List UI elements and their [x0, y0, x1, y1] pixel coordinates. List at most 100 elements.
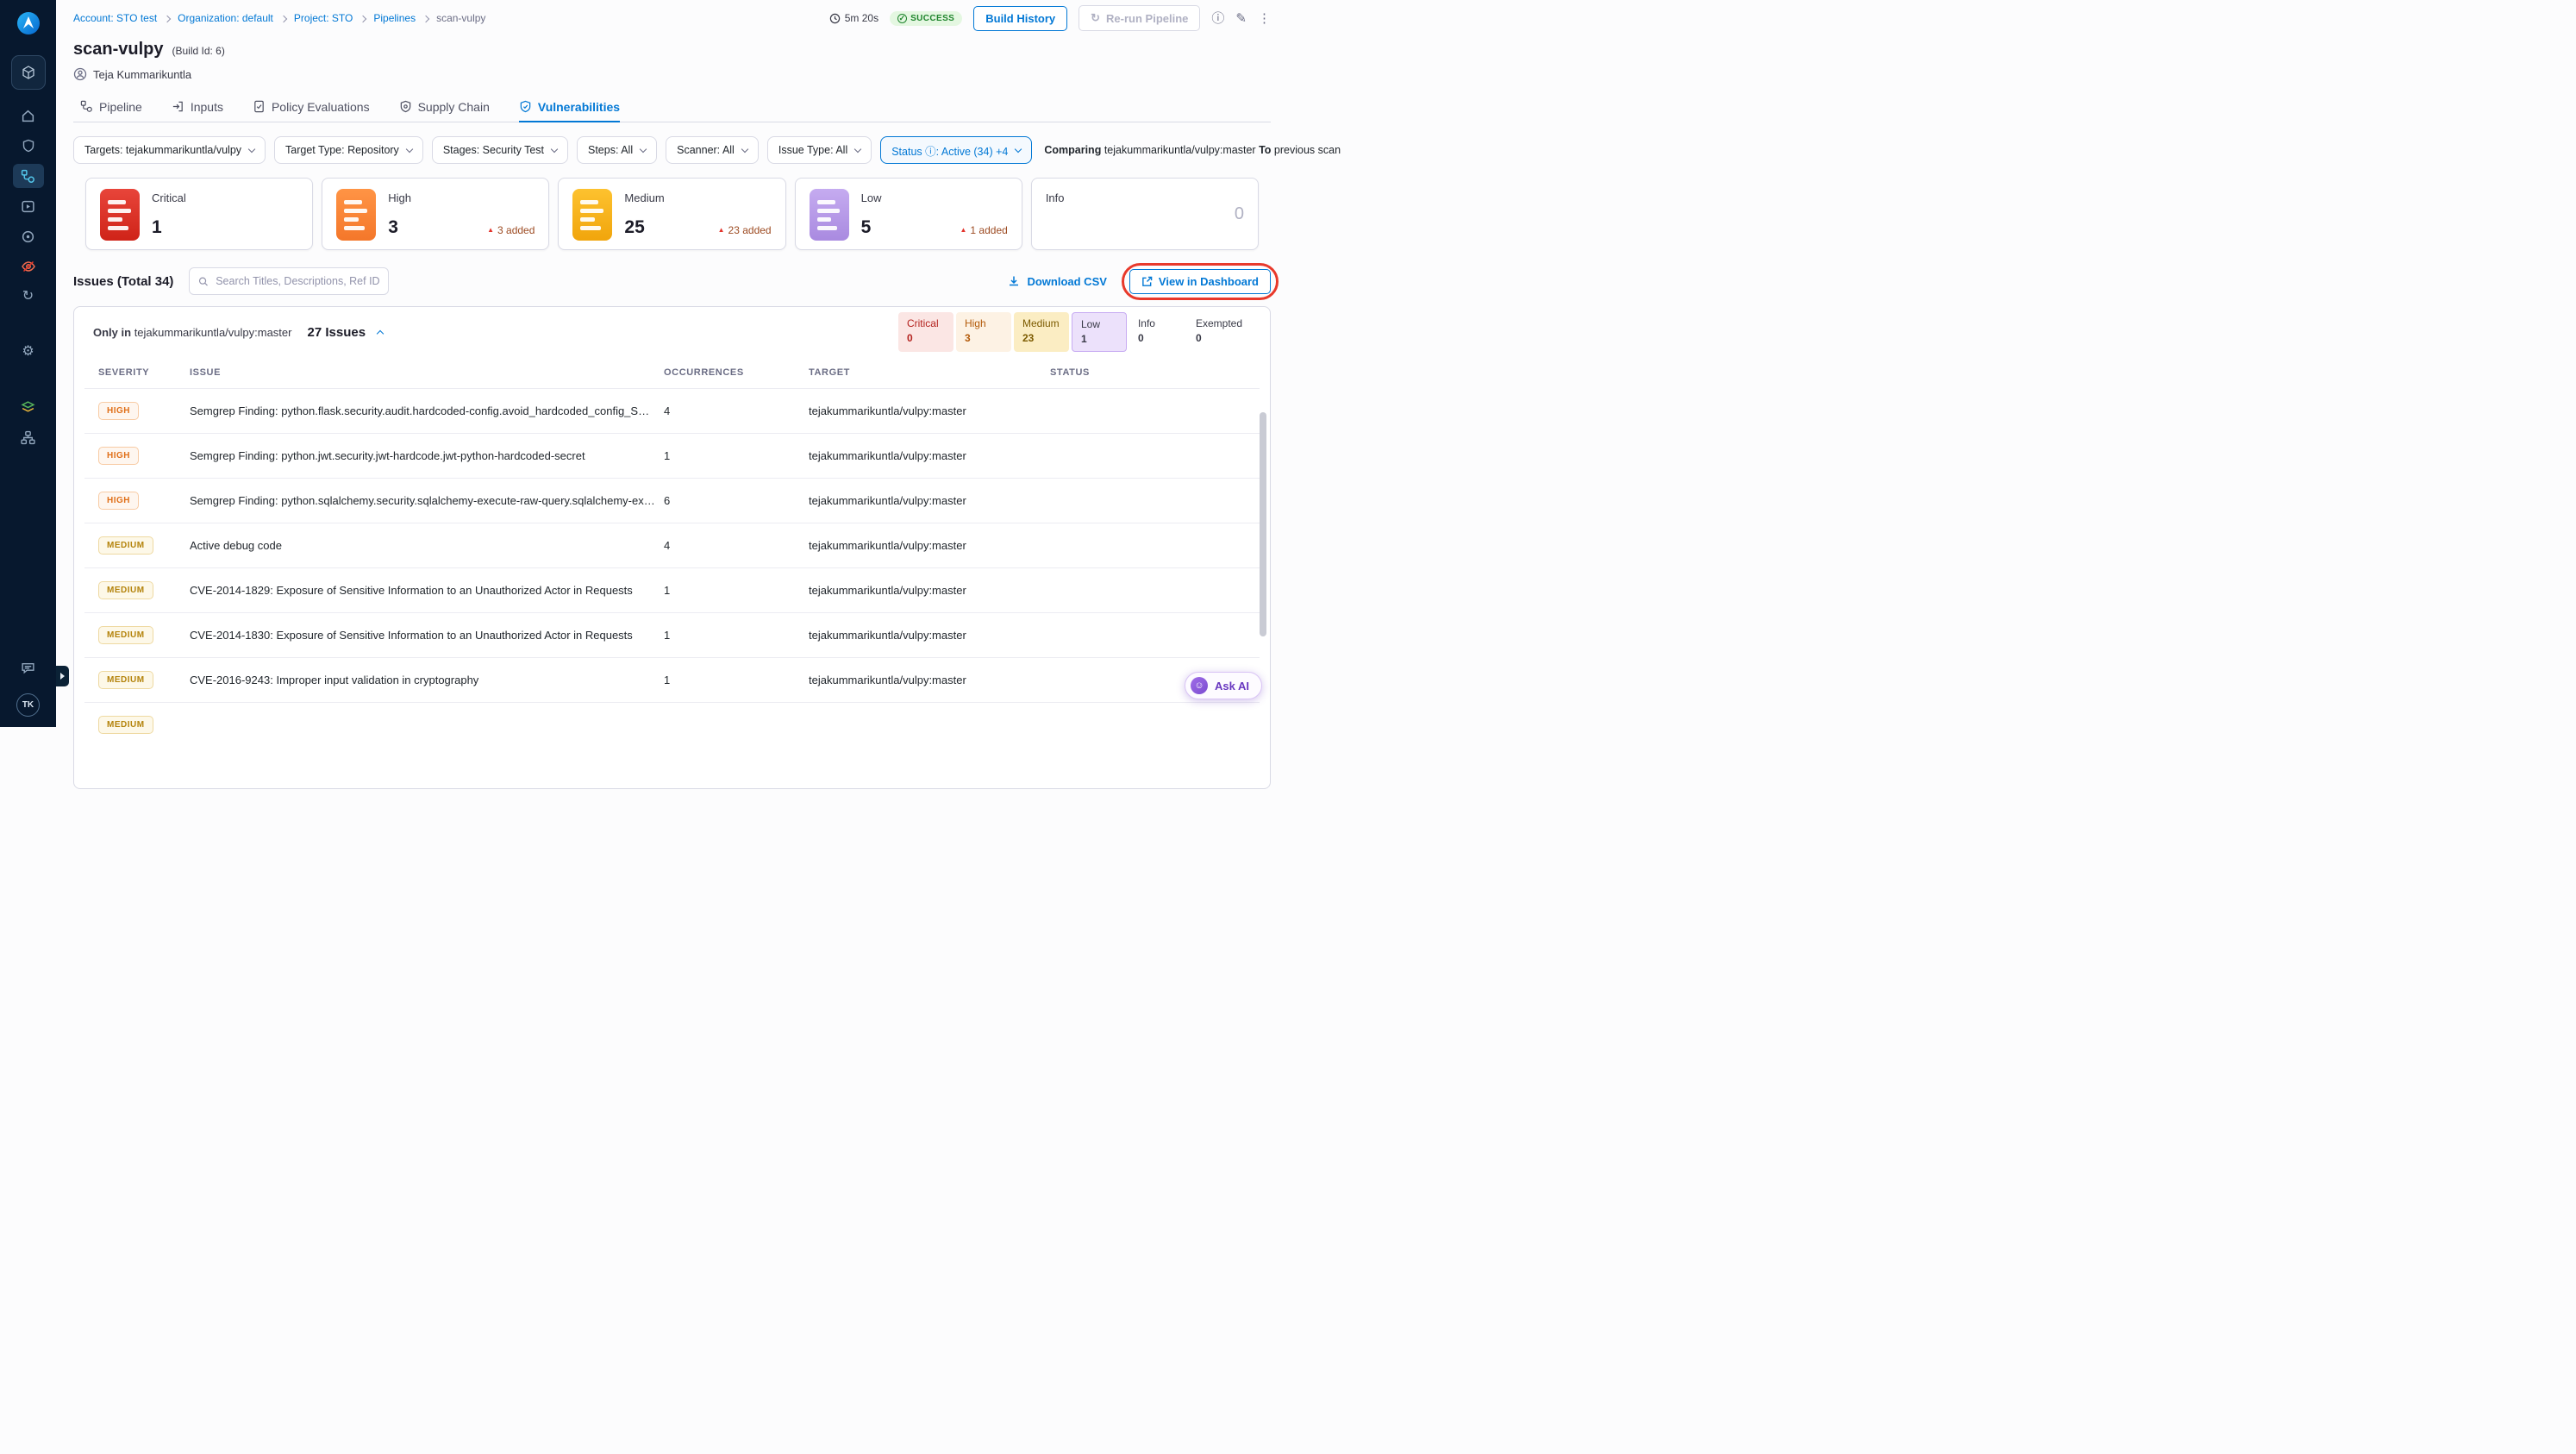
rerun-pipeline-button[interactable]: ↻ Re-run Pipeline — [1079, 5, 1201, 31]
settings-gear-icon[interactable]: ⚙ — [13, 340, 44, 364]
pipelines-icon[interactable] — [12, 164, 44, 188]
ask-ai-button[interactable]: ☺ Ask AI — [1185, 672, 1262, 699]
inputs-tab-icon — [172, 101, 183, 112]
table-scrollbar[interactable] — [1260, 412, 1266, 636]
filter-status[interactable]: Status ⓘ: Active (34) +4 — [880, 136, 1033, 164]
col-occurrences: OCCURRENCES — [664, 367, 744, 378]
search-icon — [199, 277, 209, 286]
chip-low[interactable]: Low 1 — [1071, 312, 1127, 352]
filter-scanner[interactable]: Scanner: All — [666, 136, 759, 164]
issue-title: CVE-2014-1829: Exposure of Sensitive Inf… — [190, 584, 633, 597]
table-row[interactable]: MEDIUM CVE-2014-1830: Exposure of Sensit… — [84, 612, 1260, 657]
table-row[interactable]: MEDIUM — [84, 702, 1260, 747]
chip-high[interactable]: High 3 — [955, 312, 1011, 352]
severity-card-low[interactable]: Low 5 ▲ 1 added — [794, 178, 1022, 250]
tab-supply-chain[interactable]: Supply Chain — [399, 91, 490, 122]
added-count: ▲ 23 added — [718, 224, 772, 236]
tab-pipeline[interactable]: Pipeline — [80, 91, 142, 122]
severity-card-info[interactable]: Info 0 — [1030, 178, 1260, 250]
flyout-arrow-icon — [60, 673, 65, 680]
occurrences: 1 — [664, 449, 671, 462]
eye-off-sto-icon[interactable] — [13, 254, 44, 279]
table-row[interactable]: HIGH Semgrep Finding: python.flask.secur… — [84, 388, 1260, 433]
sidebar-flyout-handle[interactable] — [56, 666, 69, 686]
breadcrumb-org[interactable]: Organization: default — [178, 12, 273, 24]
breadcrumb-separator-icon — [360, 12, 367, 24]
comparing-text: Comparing tejakummarikuntla/vulpy:master… — [1044, 144, 1341, 156]
low-severity-icon — [809, 189, 849, 241]
chip-medium[interactable]: Medium 23 — [1013, 312, 1069, 352]
filter-stages[interactable]: Stages: Security Test — [431, 136, 568, 164]
sidebar: ↻ ⚙ TK — [0, 0, 56, 727]
harness-logo[interactable] — [16, 10, 41, 36]
home-icon[interactable] — [13, 103, 44, 128]
collapse-chevron-up-icon[interactable] — [376, 328, 385, 338]
table-row[interactable]: MEDIUM CVE-2014-1829: Exposure of Sensit… — [84, 567, 1260, 612]
chat-feedback-icon[interactable] — [13, 655, 44, 680]
breadcrumb-account[interactable]: Account: STO test — [73, 12, 157, 24]
severity-card-critical[interactable]: Critical 1 — [85, 178, 314, 250]
added-text: 1 added — [970, 224, 1008, 236]
pipeline-tab-icon — [80, 100, 92, 112]
edit-pencil-icon[interactable]: ✎ — [1235, 12, 1247, 25]
filter-label: Target Type: Repository — [285, 144, 399, 156]
filter-label: Issue Type: All — [778, 144, 848, 156]
build-history-button[interactable]: Build History — [973, 5, 1068, 31]
chevron-down-icon — [639, 145, 647, 153]
table-row[interactable]: MEDIUM CVE-2016-9243: Improper input val… — [84, 657, 1260, 702]
occurrences: 4 — [664, 539, 671, 552]
severity-badge: MEDIUM — [98, 671, 153, 689]
org-hierarchy-icon[interactable] — [13, 425, 44, 449]
chevron-down-icon — [741, 145, 749, 153]
table-row[interactable]: HIGH Semgrep Finding: python.jwt.securit… — [84, 433, 1260, 478]
deployments-target-icon[interactable] — [13, 224, 44, 248]
app-root: ↻ ⚙ TK Account: STO test Organization: d… — [0, 0, 1341, 789]
tab-vulnerabilities[interactable]: Vulnerabilities — [518, 91, 621, 122]
group-issue-count: 27 Issues — [307, 324, 366, 340]
author-name: Teja Kummarikuntla — [93, 67, 192, 81]
kebab-menu-icon[interactable]: ⋮ — [1258, 12, 1271, 25]
severity-badge: MEDIUM — [98, 536, 153, 555]
download-csv-button[interactable]: Download CSV — [1008, 275, 1107, 288]
severity-card-high[interactable]: High 3 ▲ 3 added — [322, 178, 550, 250]
issue-title: CVE-2014-1830: Exposure of Sensitive Inf… — [190, 629, 633, 642]
rerun-label: Re-run Pipeline — [1106, 11, 1189, 25]
target: tejakummarikuntla/vulpy:master — [809, 404, 966, 417]
filter-steps[interactable]: Steps: All — [577, 136, 658, 164]
view-in-dashboard-button[interactable]: View in Dashboard — [1129, 268, 1271, 294]
severity-card-medium[interactable]: Medium 25 ▲ 23 added — [558, 178, 786, 250]
issues-search[interactable] — [189, 267, 390, 295]
issues-toolbar: Issues (Total 34) Download CSV View in D… — [73, 262, 1279, 300]
user-avatar[interactable]: TK — [16, 693, 40, 717]
chip-info[interactable]: Info 0 — [1129, 312, 1185, 352]
chip-label: Info — [1137, 317, 1155, 330]
supply-chain-tab-icon — [400, 100, 410, 113]
tab-policy-evaluations[interactable]: Policy Evaluations — [253, 91, 370, 122]
issues-table: SEVERITY ISSUE OCCURRENCES TARGET STATUS… — [74, 357, 1270, 747]
chip-critical[interactable]: Critical 0 — [897, 312, 953, 352]
filter-targets[interactable]: Targets: tejakummarikuntla/vulpy — [73, 136, 266, 164]
filter-target-type[interactable]: Target Type: Repository — [274, 136, 423, 164]
severity-chips: Critical 0 High 3 Medium 23 Low 1 Info 0… — [897, 312, 1251, 352]
security-scan-icon[interactable] — [13, 134, 44, 158]
module-selector[interactable] — [10, 55, 46, 90]
sync-icon[interactable]: ↻ — [13, 285, 44, 309]
breadcrumb-project[interactable]: Project: STO — [294, 12, 353, 24]
chip-exempted[interactable]: Exempted 0 — [1187, 312, 1251, 352]
target: tejakummarikuntla/vulpy:master — [809, 629, 966, 642]
group-header: Only in tejakummarikuntla/vulpy:master 2… — [74, 307, 1270, 357]
sync-glyph: ↻ — [22, 289, 34, 304]
search-input[interactable] — [216, 275, 380, 287]
breadcrumb-separator-icon — [163, 12, 172, 24]
filter-issue-type[interactable]: Issue Type: All — [766, 136, 872, 164]
layers-icon[interactable] — [13, 395, 44, 419]
external-link-icon — [1142, 276, 1153, 286]
table-row[interactable]: HIGH Semgrep Finding: python.sqlalchemy.… — [84, 478, 1260, 523]
tab-inputs[interactable]: Inputs — [172, 91, 223, 122]
chevron-down-icon — [1015, 145, 1022, 153]
info-icon[interactable]: ⓘ — [1211, 12, 1224, 25]
filter-label: Steps: All — [588, 144, 634, 156]
breadcrumb-pipelines[interactable]: Pipelines — [373, 12, 416, 24]
table-row[interactable]: MEDIUM Active debug code 4 tejakummariku… — [84, 523, 1260, 567]
executions-icon[interactable] — [13, 194, 44, 218]
